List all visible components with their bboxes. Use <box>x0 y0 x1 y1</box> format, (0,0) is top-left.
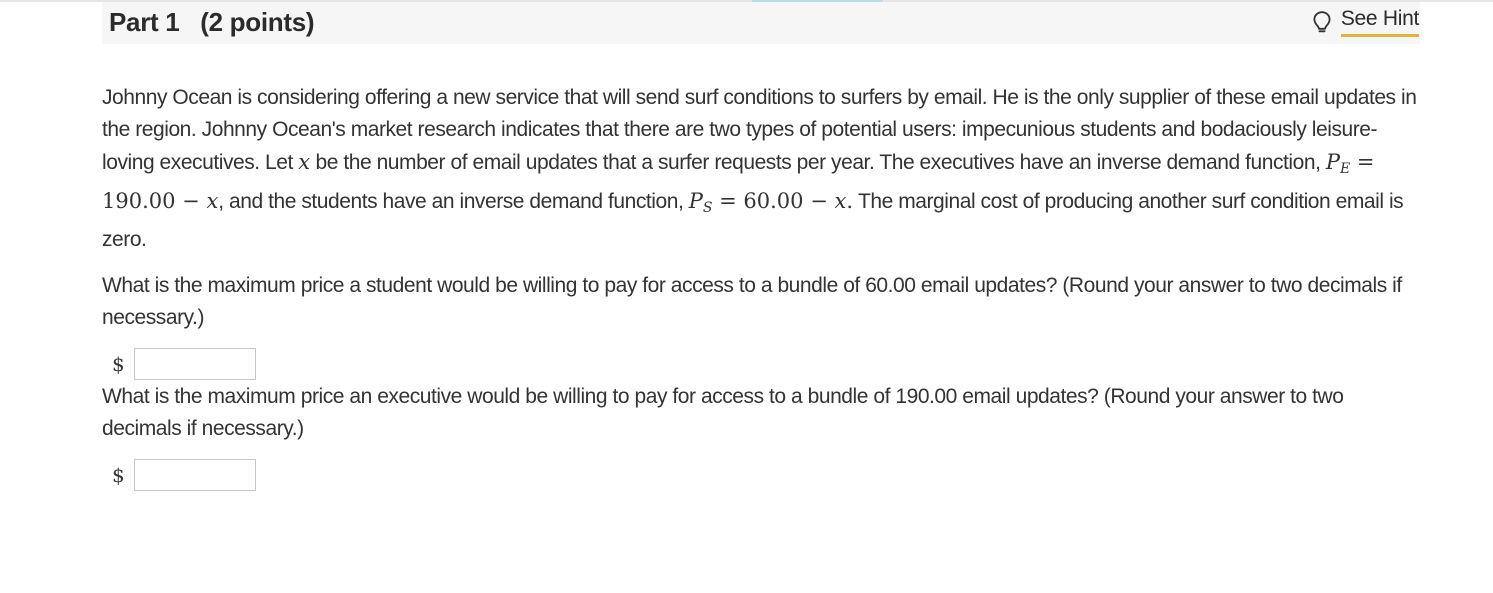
student-demand-equation: PS = 60.00 − x. <box>688 189 853 216</box>
problem-text: be the number of email updates that a su… <box>310 151 1326 174</box>
lightbulb-icon <box>1313 10 1331 32</box>
see-hint-label[interactable]: See Hint <box>1340 6 1419 37</box>
answer-input-1[interactable] <box>134 348 256 380</box>
math-rhs: = 60.00 − <box>712 189 835 213</box>
part-header: Part 1 (2 points) See Hint <box>102 2 1420 44</box>
math-x: x <box>298 150 311 174</box>
math-p: P <box>1325 150 1340 174</box>
question-2-text: What is the maximum price an executive w… <box>102 385 1344 440</box>
math-x: x <box>834 189 847 213</box>
problem-text: , and the students have an inverse deman… <box>218 190 689 213</box>
answer-row-2: $ <box>112 458 1422 492</box>
math-subscript-e: E <box>1340 161 1351 177</box>
question-1-text: What is the maximum price a student woul… <box>102 274 1402 329</box>
math-subscript-s: S <box>702 200 713 216</box>
answer-input-2[interactable] <box>134 459 256 491</box>
answer-row-1: $ <box>112 347 1422 381</box>
part-title: Part 1 (2 points) <box>109 7 315 37</box>
math-p: P <box>688 189 703 213</box>
see-hint-link[interactable]: See Hint <box>1312 5 1419 38</box>
math-period: . <box>846 189 853 213</box>
math-x: x <box>206 189 219 213</box>
problem-content: Johnny Ocean is considering offering a n… <box>102 82 1422 492</box>
currency-symbol: $ <box>112 463 125 487</box>
problem-statement: Johnny Ocean is considering offering a n… <box>102 82 1422 256</box>
currency-symbol: $ <box>112 352 125 376</box>
